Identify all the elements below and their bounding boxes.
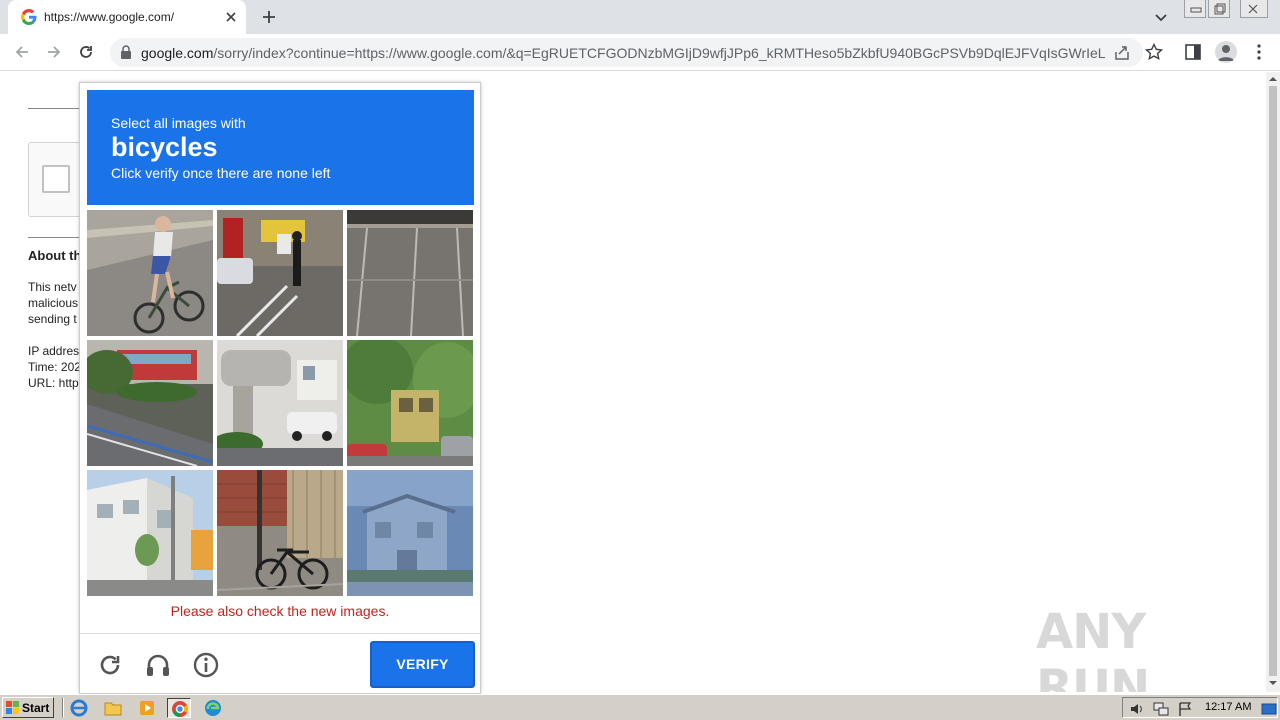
tile-image-house-trees (347, 340, 473, 466)
challenge-header: Select all images with bicycles Click ve… (87, 90, 474, 205)
action-center-flag-icon[interactable] (1177, 701, 1193, 717)
challenge-instruction: Select all images with (111, 115, 246, 131)
tile-image-apartment-car (217, 340, 343, 466)
verify-button[interactable]: VERIFY (370, 641, 475, 688)
scroll-up-icon[interactable] (1269, 75, 1277, 83)
share-icon[interactable] (1113, 44, 1131, 62)
google-favicon-icon (21, 9, 37, 25)
taskbar-chrome[interactable] (167, 698, 191, 718)
chrome-icon (172, 701, 189, 718)
folder-icon (104, 702, 122, 716)
recaptcha-challenge: Select all images with bicycles Click ve… (79, 82, 481, 694)
person-icon (1218, 45, 1234, 61)
anyrun-watermark: ANY RUN (1036, 604, 1150, 692)
side-panel-icon[interactable] (1185, 44, 1201, 60)
image-tile[interactable] (87, 210, 213, 336)
taskbar-media-player[interactable] (135, 698, 159, 718)
image-tile[interactable] (347, 470, 473, 596)
tab-strip: https://www.google.com/ (0, 0, 1280, 34)
chevron-down-icon[interactable] (1152, 8, 1170, 26)
tile-image-parking-lot (347, 210, 473, 336)
taskbar: Start 12:17 AM (0, 694, 1280, 720)
info-icon[interactable] (192, 651, 220, 679)
start-label: Start (22, 701, 50, 715)
audio-challenge-icon[interactable] (144, 651, 172, 679)
url-text[interactable]: google.com/sorry/index?continue=https://… (141, 45, 1106, 61)
restore-icon (1214, 3, 1226, 15)
taskbar-separator (62, 698, 64, 717)
edge-icon (205, 700, 221, 716)
scrollbar-thumb[interactable] (1269, 86, 1277, 676)
scroll-down-icon[interactable] (1269, 679, 1277, 687)
browser-toolbar: google.com/sorry/index?continue=https://… (0, 34, 1280, 71)
info-line-ip: IP addres (28, 344, 80, 358)
more-menu-icon[interactable] (1252, 43, 1266, 61)
about-text-line: malicious (28, 296, 79, 310)
start-button[interactable]: Start (2, 697, 54, 718)
windows-flag-icon (6, 701, 19, 714)
tile-image-road-bus (87, 340, 213, 466)
image-tile[interactable] (87, 340, 213, 466)
back-arrow-icon[interactable] (12, 42, 32, 62)
show-desktop-icon[interactable] (1261, 701, 1277, 717)
minimize-icon (1190, 7, 1202, 13)
speaker-icon[interactable] (1129, 701, 1145, 717)
minimize-button[interactable] (1184, 0, 1206, 18)
media-player-icon (140, 701, 154, 715)
image-tile[interactable] (217, 210, 343, 336)
vertical-scrollbar[interactable] (1266, 72, 1280, 692)
tab-title: https://www.google.com/ (44, 10, 175, 24)
tile-image-faded-house (347, 470, 473, 596)
image-tile[interactable] (347, 210, 473, 336)
internet-explorer-icon (70, 699, 88, 717)
lock-icon[interactable] (120, 45, 132, 59)
forward-arrow-icon[interactable] (44, 42, 64, 62)
network-icon[interactable] (1153, 701, 1169, 717)
image-tile[interactable] (217, 470, 343, 596)
about-text-line: sending t (28, 312, 77, 326)
info-line-time: Time: 202 (28, 360, 81, 374)
new-tab-icon[interactable] (259, 7, 279, 27)
challenge-subtext: Click verify once there are none left (111, 165, 331, 181)
restore-button[interactable] (1208, 0, 1230, 18)
address-bar[interactable]: google.com/sorry/index?continue=https://… (110, 38, 1143, 67)
close-window-button[interactable] (1240, 0, 1268, 18)
challenge-keyword: bicycles (111, 132, 218, 162)
url-path: /sorry/index?continue=https://www.google… (213, 45, 1106, 61)
image-tile[interactable] (347, 340, 473, 466)
reload-challenge-icon[interactable] (96, 651, 124, 679)
new-images-notice: Please also check the new images. (170, 603, 390, 619)
taskbar-explorer[interactable] (101, 698, 125, 718)
taskbar-edge[interactable] (201, 698, 225, 718)
url-host: google.com (141, 45, 214, 61)
image-tile[interactable] (87, 470, 213, 596)
tile-image-white-apartment (87, 470, 213, 596)
image-grid (87, 210, 474, 597)
profile-avatar[interactable] (1215, 41, 1237, 63)
about-heading: About th (28, 248, 82, 263)
image-tile[interactable] (217, 340, 343, 466)
close-tab-icon[interactable] (222, 8, 240, 26)
system-tray: 12:17 AM (1122, 697, 1278, 718)
tile-image-cyclist (87, 210, 213, 336)
divider (80, 633, 480, 634)
tile-image-parked-bicycle (217, 470, 343, 596)
taskbar-ie[interactable] (67, 698, 91, 718)
clock[interactable]: 12:17 AM (1205, 701, 1251, 713)
bookmark-star-icon[interactable] (1145, 43, 1163, 61)
close-icon (1248, 4, 1258, 14)
recaptcha-checkbox[interactable] (42, 165, 70, 193)
reload-icon[interactable] (76, 42, 96, 62)
browser-tab[interactable]: https://www.google.com/ (8, 0, 246, 34)
info-line-url: URL: http (28, 376, 79, 390)
tile-image-street (217, 210, 343, 336)
about-text-line: This netv (28, 280, 77, 294)
